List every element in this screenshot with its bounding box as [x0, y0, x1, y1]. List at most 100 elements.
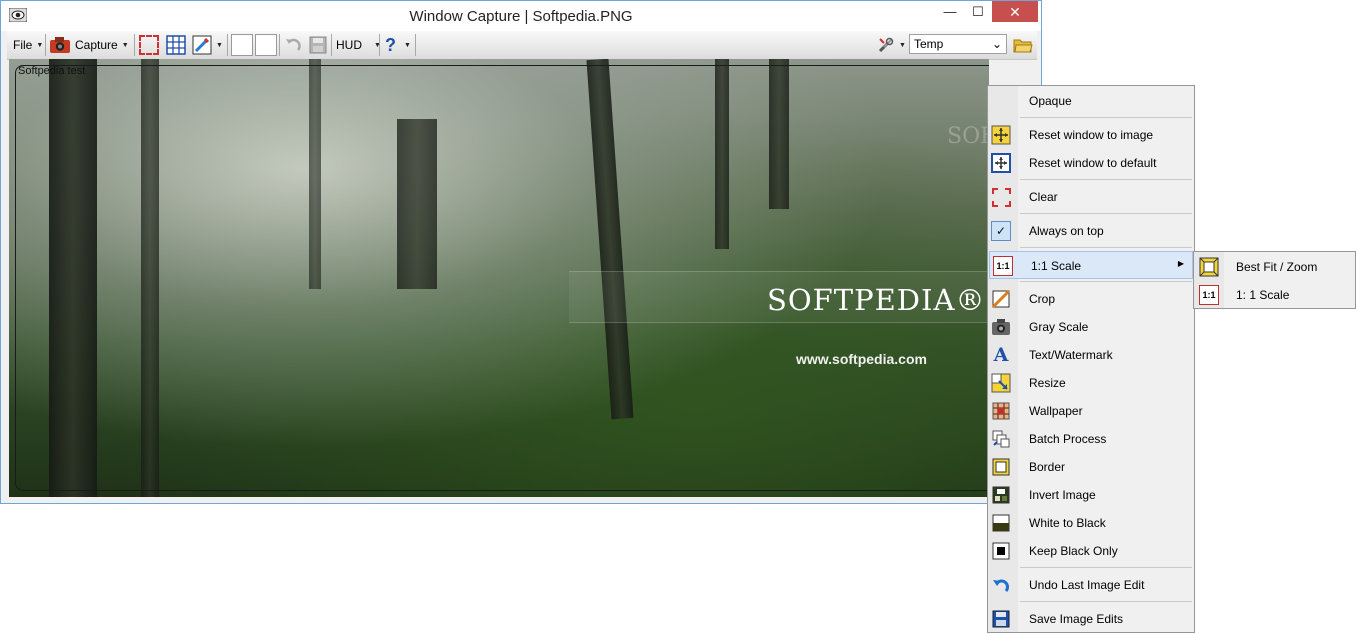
- menu-item-clear[interactable]: Clear: [988, 183, 1194, 211]
- menu-item-label: Keep Black Only: [1029, 544, 1118, 558]
- menu-item-resize[interactable]: Resize: [988, 369, 1194, 397]
- menu-item-label: Batch Process: [1029, 432, 1107, 446]
- file-menu-button[interactable]: File ▼: [13, 34, 43, 56]
- menu-item-border[interactable]: Border: [988, 453, 1194, 481]
- hud-button[interactable]: HUD ▼: [336, 34, 381, 56]
- menu-item-label: Best Fit / Zoom: [1236, 260, 1318, 274]
- menu-item-reset-window-to-image[interactable]: Reset window to image: [988, 121, 1194, 149]
- menu-item-label: 1:1 Scale: [1031, 259, 1082, 273]
- combo-arrow-icon: ⌄: [991, 37, 1002, 51]
- tools-icon: [878, 37, 894, 53]
- grid-icon: [166, 35, 186, 55]
- menu-item-label: White to Black: [1029, 516, 1106, 530]
- chevron-down-icon: ▼: [216, 41, 223, 49]
- menu-item-invert-image[interactable]: Invert Image: [988, 481, 1194, 509]
- best-fit-icon: [1199, 257, 1219, 277]
- submenu-item-best-fit-zoom[interactable]: Best Fit / Zoom: [1194, 253, 1355, 281]
- undo-icon: [991, 575, 1011, 595]
- menu-item-label: Resize: [1029, 376, 1066, 390]
- menu-item-undo-last-image-edit[interactable]: Undo Last Image Edit: [988, 571, 1194, 599]
- hud-frame: [15, 65, 989, 491]
- crop-icon: [991, 289, 1011, 309]
- reset-default-icon: [991, 153, 1011, 173]
- hud-label: HUD: [336, 38, 362, 52]
- open-folder-button[interactable]: [1013, 34, 1033, 56]
- toolbar-divider: [331, 34, 332, 56]
- folder-icon: [1013, 39, 1033, 53]
- menu-item-save-image-edits[interactable]: Save Image Edits: [988, 605, 1194, 633]
- help-button[interactable]: ? ▼: [385, 34, 411, 56]
- submenu-arrow-icon: ▶: [1177, 259, 1184, 268]
- toolbar-divider: [279, 34, 280, 56]
- toolbar-divider: [415, 34, 416, 56]
- reset-image-icon: [991, 125, 1011, 145]
- save-button[interactable]: [309, 34, 327, 56]
- toolbar-divider: [227, 34, 228, 56]
- menu-item-label: 1: 1 Scale: [1236, 288, 1290, 302]
- eyedropper-icon: [192, 35, 212, 55]
- menu-item-gray-scale[interactable]: Gray Scale: [988, 313, 1194, 341]
- menu-separator: [1020, 247, 1192, 248]
- menu-item-1-1-scale[interactable]: 1:1 1:1 Scale ▶: [989, 251, 1193, 279]
- color-swatch-2[interactable]: [255, 34, 277, 56]
- toolbar-divider: [134, 34, 135, 56]
- menu-item-label: Invert Image: [1029, 488, 1096, 502]
- canvas-caption: Softpedia test: [18, 65, 86, 77]
- chevron-down-icon: ▼: [404, 41, 411, 49]
- scale-1to1-icon: 1:1: [1199, 285, 1219, 305]
- image-canvas[interactable]: SOFTPEDIA SOFTPEDIA® www.softpedia.com S…: [9, 59, 989, 497]
- help-icon: ?: [385, 34, 396, 55]
- toolbar-divider: [379, 34, 380, 56]
- save-icon: [991, 609, 1011, 629]
- menu-separator: [1020, 213, 1192, 214]
- color-picker-button[interactable]: ▼: [192, 34, 223, 56]
- select-region-button[interactable]: [139, 34, 159, 56]
- window-title: Window Capture | Softpedia.PNG: [409, 8, 633, 25]
- file-label: File: [13, 38, 33, 52]
- menu-item-wallpaper[interactable]: Wallpaper: [988, 397, 1194, 425]
- grid-button[interactable]: [166, 34, 186, 56]
- capture-button[interactable]: Capture ▼: [49, 34, 129, 56]
- maximize-button[interactable]: ☐: [963, 1, 993, 23]
- undo-button[interactable]: [283, 34, 303, 56]
- menu-item-opaque[interactable]: Opaque: [988, 87, 1194, 115]
- menu-item-label: Gray Scale: [1029, 320, 1089, 334]
- main-window: Window Capture | Softpedia.PNG — ☐ ✕ Fil…: [0, 0, 1042, 504]
- close-button[interactable]: ✕: [992, 1, 1038, 22]
- menu-item-keep-black-only[interactable]: Keep Black Only: [988, 537, 1194, 565]
- minimize-button[interactable]: —: [935, 1, 965, 23]
- menu-item-reset-window-to-default[interactable]: Reset window to default: [988, 149, 1194, 177]
- menu-item-label: Clear: [1029, 190, 1058, 204]
- color-swatch-1[interactable]: [231, 34, 253, 56]
- camera-icon: [50, 37, 70, 53]
- clear-selection-icon: [991, 187, 1011, 207]
- context-menu: Opaque Reset window to image Reset windo…: [987, 85, 1195, 633]
- folder-combo[interactable]: Temp ⌄: [909, 34, 1007, 54]
- settings-button[interactable]: ▼: [877, 34, 906, 56]
- menu-item-label: Text/Watermark: [1029, 348, 1113, 362]
- menu-item-label: Save Image Edits: [1029, 612, 1124, 626]
- menu-item-batch-process[interactable]: Batch Process: [988, 425, 1194, 453]
- checkbox-checked-icon: ✓: [991, 221, 1011, 241]
- menu-item-label: Undo Last Image Edit: [1029, 578, 1145, 592]
- menu-item-text-watermark[interactable]: A Text/Watermark: [988, 341, 1194, 369]
- dashed-selection-icon: [139, 35, 159, 55]
- title-bar[interactable]: Window Capture | Softpedia.PNG — ☐ ✕: [1, 1, 1041, 31]
- chevron-down-icon: ▼: [899, 41, 906, 49]
- menu-item-always-on-top[interactable]: ✓ Always on top: [988, 217, 1194, 245]
- invert-icon: [991, 485, 1011, 505]
- menu-item-white-to-black[interactable]: White to Black: [988, 509, 1194, 537]
- scale-1to1-icon: 1:1: [993, 256, 1013, 276]
- submenu-item-1-1-scale[interactable]: 1:1 1: 1 Scale: [1194, 281, 1355, 309]
- menu-item-label: Reset window to default: [1029, 156, 1157, 170]
- menu-item-label: Border: [1029, 460, 1066, 474]
- menu-item-label: Crop: [1029, 292, 1056, 306]
- menu-item-crop[interactable]: Crop: [988, 285, 1194, 313]
- border-icon: [991, 457, 1011, 477]
- chevron-down-icon: ▼: [121, 41, 129, 49]
- text-icon: A: [993, 344, 1009, 366]
- chevron-down-icon: ▼: [36, 41, 44, 49]
- undo-icon: [286, 38, 301, 51]
- resize-icon: [991, 373, 1011, 393]
- menu-separator: [1020, 117, 1192, 118]
